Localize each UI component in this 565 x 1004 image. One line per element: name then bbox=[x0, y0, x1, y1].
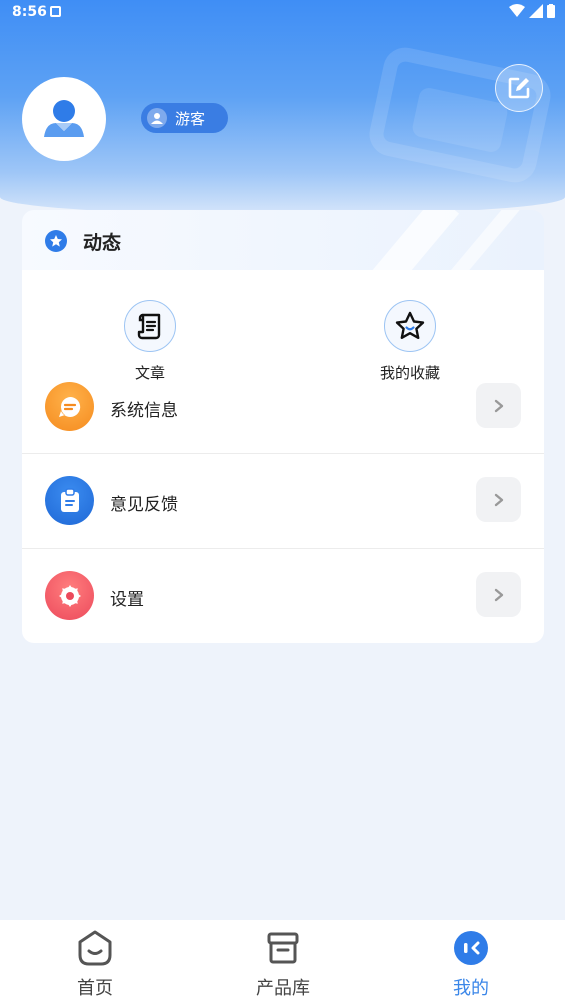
status-bar: 8:56 bbox=[0, 0, 565, 26]
tab-label: 产品库 bbox=[256, 978, 310, 999]
wifi-icon bbox=[509, 4, 525, 17]
signal-icon bbox=[529, 4, 543, 18]
bottom-nav: 首页 产品库 我的 bbox=[0, 920, 565, 1004]
gear-icon bbox=[45, 571, 94, 620]
star-icon bbox=[395, 311, 425, 339]
chevron-right-icon[interactable] bbox=[476, 383, 521, 428]
chevron-right-icon[interactable] bbox=[476, 477, 521, 522]
notification-icon bbox=[50, 6, 61, 17]
tab-profile[interactable]: 我的 bbox=[411, 928, 531, 1000]
tab-products[interactable]: 产品库 bbox=[223, 928, 343, 1000]
menu-item-label: 意见反馈 bbox=[110, 495, 178, 515]
user-avatar-icon bbox=[44, 100, 84, 137]
menu-item-label: 设置 bbox=[110, 590, 144, 610]
menu-item-feedback[interactable]: 意见反馈 bbox=[22, 453, 544, 548]
menu-item-settings[interactable]: 设置 bbox=[22, 548, 544, 643]
star-badge-icon bbox=[45, 230, 67, 252]
tab-label: 我的 bbox=[453, 978, 489, 999]
menu-item-label: 系统信息 bbox=[110, 401, 178, 421]
avatar[interactable] bbox=[22, 77, 106, 161]
edit-profile-button[interactable] bbox=[495, 64, 543, 112]
menu-item-system-info[interactable]: 系统信息 bbox=[22, 358, 544, 453]
user-icon bbox=[147, 108, 167, 128]
home-face-icon bbox=[75, 928, 115, 968]
box-icon bbox=[263, 928, 303, 968]
status-time: 8:56 bbox=[12, 4, 47, 20]
status-icons bbox=[509, 4, 555, 18]
tab-home[interactable]: 首页 bbox=[35, 928, 155, 1000]
tab-label: 首页 bbox=[77, 978, 113, 999]
message-icon bbox=[45, 382, 94, 431]
activity-card: 文章 我的收藏 系统信息 意见反馈 设置 bbox=[22, 270, 544, 643]
clipboard-icon bbox=[45, 476, 94, 525]
scroll-icon bbox=[137, 313, 161, 340]
guest-label: 游客 bbox=[175, 109, 206, 128]
battery-icon bbox=[547, 4, 555, 18]
guest-badge[interactable]: 游客 bbox=[141, 103, 228, 133]
edit-icon bbox=[508, 77, 530, 99]
activity-section-header: 动态 bbox=[22, 210, 544, 272]
profile-icon bbox=[451, 928, 491, 968]
section-title: 动态 bbox=[83, 232, 122, 254]
chevron-right-icon[interactable] bbox=[476, 572, 521, 617]
